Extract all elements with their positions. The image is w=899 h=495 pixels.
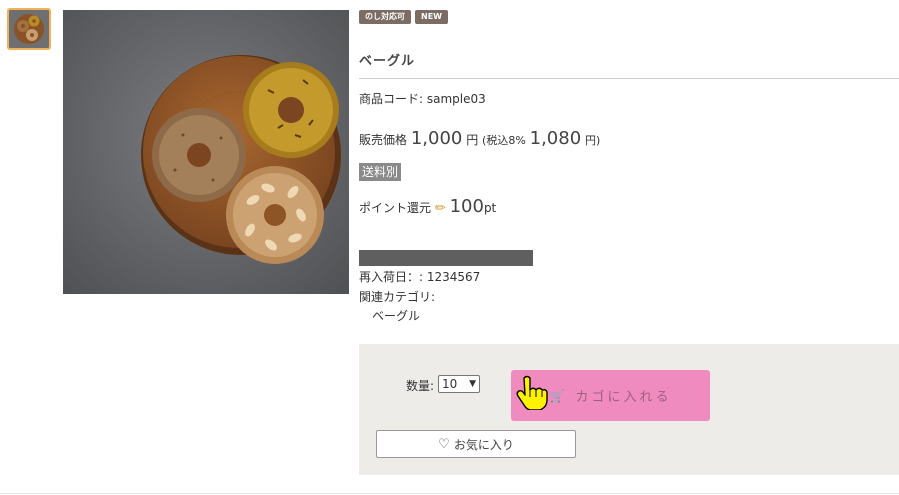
restock-date: 再入荷日：: 1234567 — [359, 270, 481, 284]
redacted-bar — [359, 250, 533, 266]
tax-price-yen: 円) — [584, 134, 601, 147]
category-link[interactable]: ベーグル — [372, 307, 420, 324]
product-code: 商品コード: sample03 — [359, 90, 486, 107]
badge-new: NEW — [415, 10, 448, 24]
badge-group: のし対応可 NEW — [359, 10, 448, 24]
price-row: 販売価格 1,000 円 (税込8% 1,080 円) — [359, 128, 600, 149]
price-label: 販売価格 — [359, 133, 408, 147]
point-label: ポイント還元 — [359, 201, 432, 215]
favorite-label: お気に入り — [453, 437, 514, 452]
point-amount: 100 — [449, 196, 484, 217]
favorite-button[interactable]: ♡ お気に入り — [376, 430, 576, 458]
product-title: ベーグル — [359, 54, 416, 69]
quantity-select[interactable]: 10 ▼ — [438, 375, 480, 393]
heart-icon: ♡ — [438, 436, 450, 452]
price-amount: 1,000 — [410, 128, 463, 149]
cart-icon: 🛒 — [549, 388, 568, 403]
tax-price-amount: 1,080 — [529, 128, 582, 149]
quantity-value: 10 — [442, 377, 458, 391]
bottom-divider — [0, 493, 899, 494]
point-row: ポイント還元 ✏ 100pt — [359, 196, 496, 217]
thumbnail-image[interactable] — [7, 8, 51, 50]
price-yen: 円 — [466, 133, 479, 147]
product-image — [63, 10, 349, 294]
quantity-label: 数量: — [406, 379, 435, 393]
title-divider — [359, 78, 899, 79]
category-label: 関連カテゴリ: — [359, 290, 436, 304]
product-code-label: 商品コード: — [359, 92, 424, 106]
product-code-value: sample03 — [426, 92, 486, 106]
shipping-badge: 送料別 — [359, 163, 402, 181]
tax-label: (税込8% — [482, 134, 526, 147]
badge-noshi: のし対応可 — [359, 10, 411, 24]
point-unit: pt — [483, 201, 497, 215]
add-to-cart-label: カゴに入れる — [575, 390, 672, 405]
hand-pointer-icon — [516, 375, 548, 410]
pencil-icon: ✏ — [434, 201, 446, 216]
chevron-down-icon: ▼ — [469, 379, 476, 389]
